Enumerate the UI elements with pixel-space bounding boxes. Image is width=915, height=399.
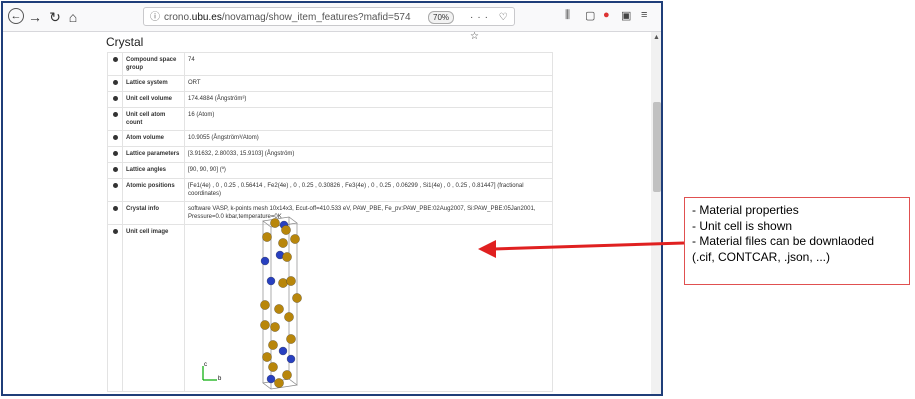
property-label: Atom volume	[122, 130, 185, 147]
info-icon[interactable]: ⓘ	[150, 8, 160, 27]
unit-cell-image	[260, 216, 302, 390]
fe-atom	[270, 322, 280, 332]
forward-button[interactable]: →	[27, 9, 43, 25]
expand-icon[interactable]	[107, 162, 123, 179]
reload-button[interactable]: ↻	[47, 9, 63, 25]
property-value: [90, 90, 90] (º)	[184, 162, 553, 179]
fe-atom	[262, 352, 272, 362]
fe-atom	[268, 340, 278, 350]
table-row: Atom volume 10.9055 (Ångström³/Atom)	[107, 130, 553, 147]
annotation-line: (.cif, CONTCAR, .json, ...)	[692, 249, 831, 264]
sidebar-icon[interactable]: ▢	[585, 9, 595, 22]
expand-icon[interactable]	[107, 130, 123, 147]
expand-icon[interactable]	[107, 178, 123, 202]
property-label: Lattice parameters	[122, 146, 185, 163]
fe-atom	[270, 218, 280, 228]
fe-atom	[286, 276, 296, 286]
fe-atom	[274, 304, 284, 314]
expand-icon[interactable]	[107, 146, 123, 163]
property-value: 174.4884 (Ångström³)	[184, 91, 553, 108]
browser-window: ← → ↻ ⌂ ⓘ crono.ubu.es/novamag/show_item…	[1, 1, 663, 396]
table-row: Lattice system ORT	[107, 75, 553, 92]
fe-atom	[284, 312, 294, 322]
adblock-icon[interactable]: ●	[603, 9, 610, 21]
property-value: ORT	[184, 75, 553, 92]
back-button[interactable]: ←	[8, 8, 24, 24]
url-text: crono.ubu.es/novamag/show_item_features?…	[164, 12, 411, 23]
home-icon[interactable]: ⌂	[65, 9, 81, 25]
expand-icon[interactable]	[107, 224, 123, 392]
si-atom	[286, 354, 296, 364]
fe-atom	[282, 370, 292, 380]
table-row: Unit cell atom count 16 (Atom)	[107, 107, 553, 131]
property-value: 16 (Atom)	[184, 107, 553, 131]
fe-atom	[282, 252, 292, 262]
property-label: Lattice angles	[122, 162, 185, 179]
property-label: Atomic positions	[122, 178, 185, 202]
expand-icon[interactable]	[107, 91, 123, 108]
table-row: Lattice parameters [3.91632, 2.80033, 15.…	[107, 146, 553, 163]
properties-table: Compound space group 74 Lattice system ORT U…	[107, 52, 553, 392]
fe-atom	[292, 293, 302, 303]
fe-atom	[274, 378, 284, 388]
property-label: Unit cell atom count	[122, 107, 185, 131]
table-row: Lattice angles [90, 90, 90] (º)	[107, 162, 553, 179]
annotation-line: - Unit cell is shown	[692, 218, 793, 233]
fe-atom	[278, 278, 288, 288]
page-content: Crystal Compound space group 74 Lattice sy…	[3, 32, 653, 394]
table-row: Atomic positions [Fe1(4e) , 0 , 0.25 , 0.…	[107, 178, 553, 202]
extension-icon[interactable]: ▣	[621, 9, 631, 22]
callout-arrow	[478, 240, 685, 258]
library-icon[interactable]: ⫼	[565, 9, 570, 22]
expand-icon[interactable]	[107, 107, 123, 131]
property-label: Lattice system	[122, 75, 185, 92]
axis-b-label: b	[218, 376, 222, 382]
expand-icon[interactable]	[107, 75, 123, 92]
menu-icon[interactable]: ≡	[641, 9, 647, 21]
property-label: Unit cell volume	[122, 91, 185, 108]
si-atom	[278, 346, 288, 356]
si-atom	[266, 276, 276, 286]
si-atom	[260, 256, 270, 266]
annotation-line: - Material files can be downlaoded	[692, 234, 875, 248]
fe-atom	[260, 320, 270, 330]
fe-atom	[260, 300, 270, 310]
axis-c-label: c	[204, 362, 207, 368]
fe-atom	[268, 362, 278, 372]
fe-atom	[278, 238, 288, 248]
fe-atom	[286, 334, 296, 344]
scrollbar-thumb[interactable]	[653, 102, 661, 192]
axis-indicator: c b	[199, 362, 229, 386]
table-row: Unit cell volume 174.4884 (Ångström³)	[107, 91, 553, 108]
property-value: 10.9055 (Ångström³/Atom)	[184, 130, 553, 147]
property-label: Compound space group	[122, 52, 185, 76]
scrollbar[interactable]: ▲	[651, 32, 661, 394]
property-label: Crystal info	[122, 201, 185, 225]
property-label: Unit cell image	[122, 224, 185, 392]
si-atom	[266, 374, 276, 384]
table-row: Crystal info software VASP, k-points mesh…	[107, 201, 553, 225]
annotation-box: - Material properties - Unit cell is sho…	[684, 197, 910, 285]
fe-atom	[262, 232, 272, 242]
property-value: 74	[184, 52, 553, 76]
url-bar[interactable]: ⓘ crono.ubu.es/novamag/show_item_feature…	[143, 7, 515, 42]
expand-icon[interactable]	[107, 201, 123, 225]
annotation-line: - Material properties	[692, 203, 799, 217]
property-value: [3.91632, 2.80033, 15.9103] (Ångström)	[184, 146, 553, 163]
property-value: software VASP, k-points mesh 10x14x3, Ec…	[184, 201, 553, 225]
expand-icon[interactable]	[107, 52, 123, 76]
section-title: Crystal	[106, 35, 144, 49]
fe-atom	[290, 234, 300, 244]
property-value: [Fe1(4e) , 0 , 0.25 , 0.56414 , Fe2(4e) …	[184, 178, 553, 202]
fe-atom	[281, 225, 291, 235]
zoom-indicator[interactable]: 70%	[428, 11, 455, 24]
scroll-up-icon[interactable]: ▲	[653, 34, 660, 41]
browser-toolbar: ← → ↻ ⌂ ⓘ crono.ubu.es/novamag/show_item…	[3, 3, 661, 42]
table-row: Compound space group 74	[107, 52, 553, 76]
